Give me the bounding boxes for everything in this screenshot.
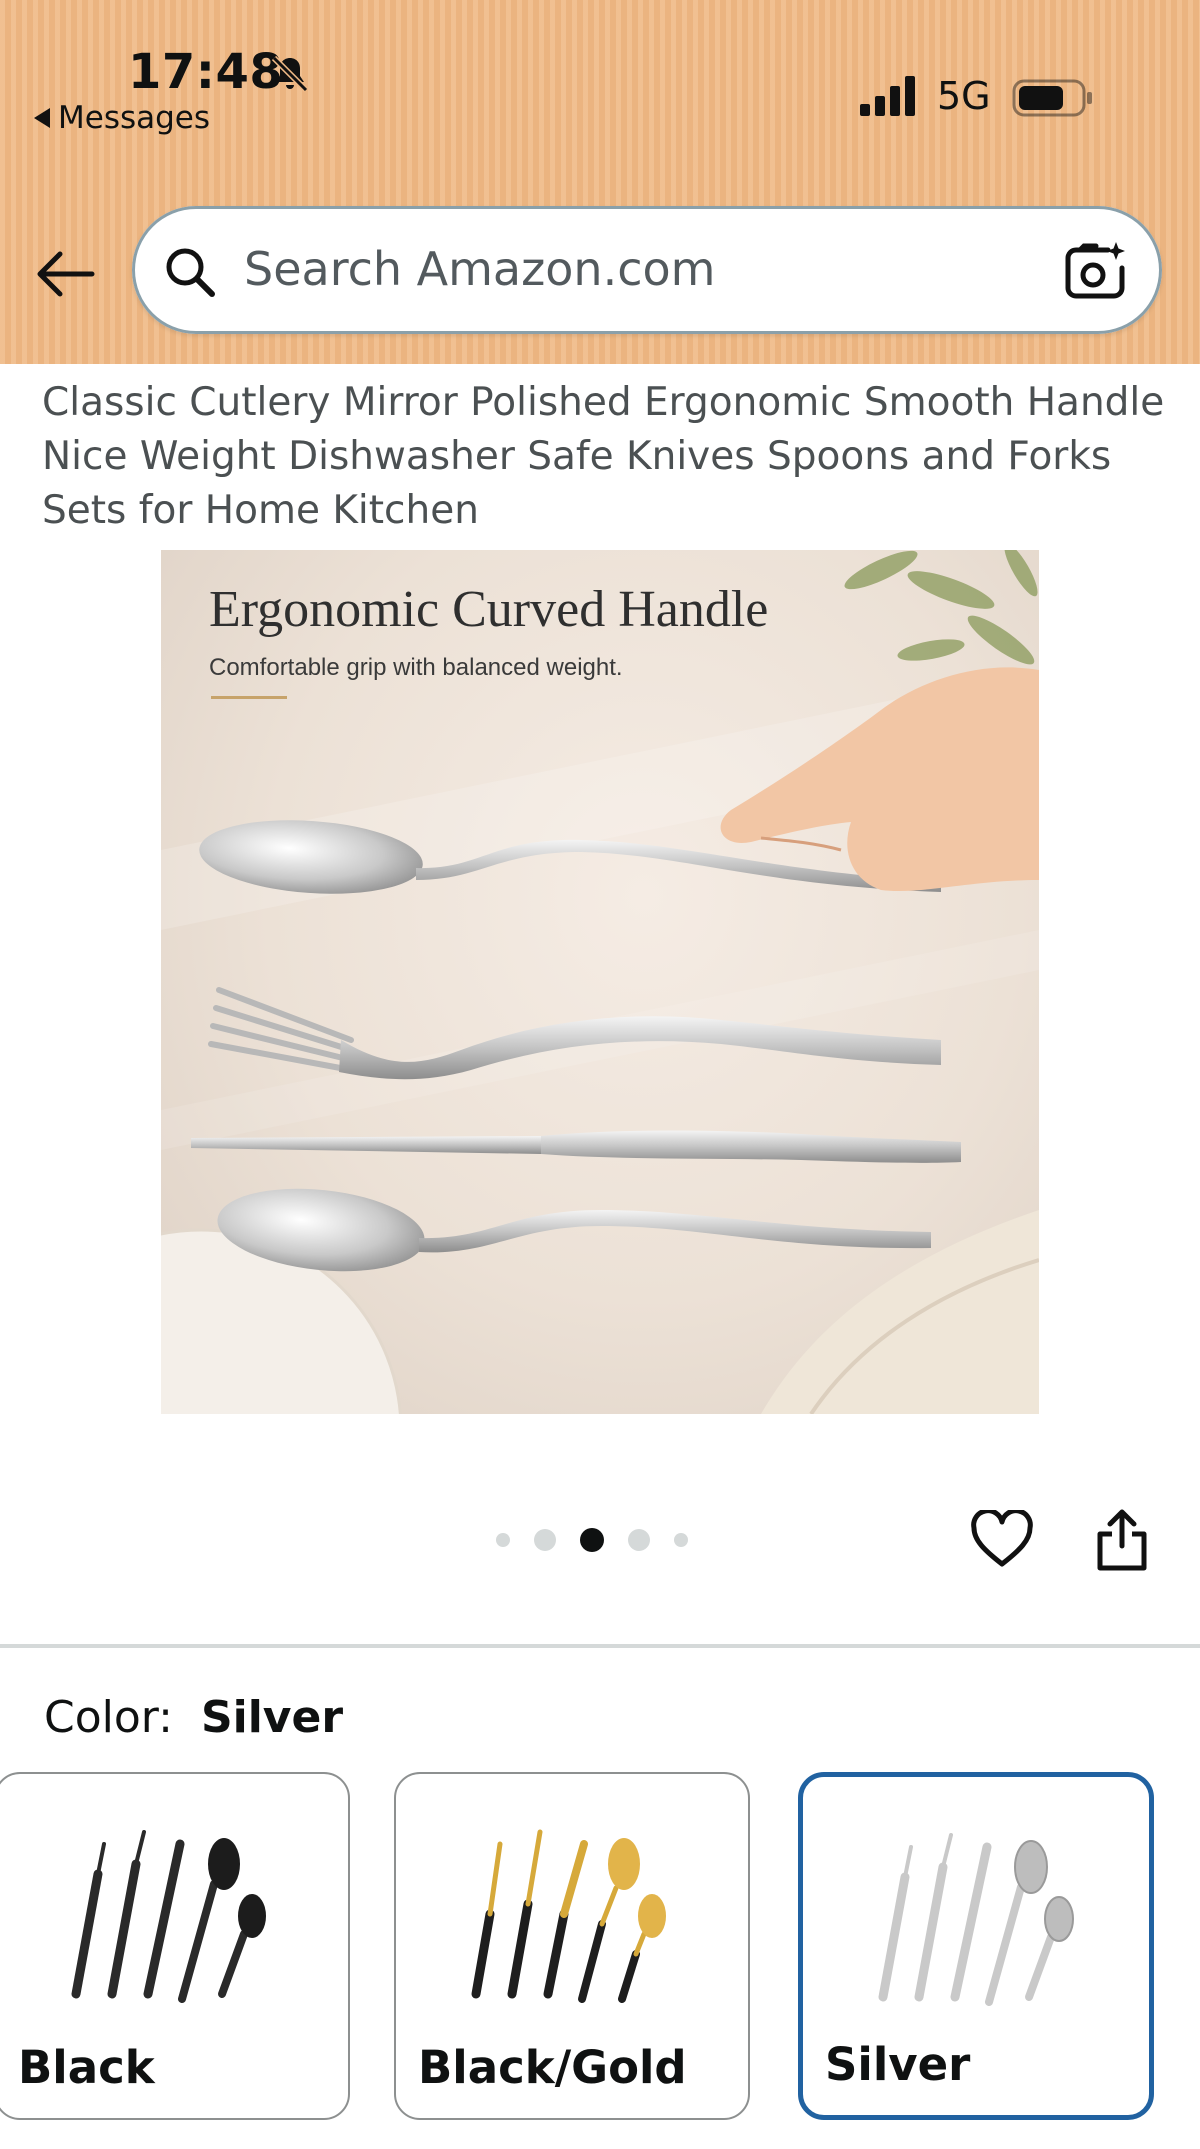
color-selected-value: Silver — [200, 1692, 344, 1743]
camera-icon[interactable] — [1062, 240, 1128, 306]
color-option-label: Black — [18, 2041, 155, 2094]
color-option-label: Black/Gold — [418, 2041, 687, 2094]
color-option-black-gold[interactable]: Black/Gold — [394, 1772, 750, 2120]
bell-slash-icon — [271, 55, 309, 93]
image-headline: Ergonomic Curved Handle — [209, 581, 769, 638]
carousel-dot[interactable] — [674, 1533, 688, 1547]
product-title: Classic Cutlery Mirror Polished Ergonomi… — [42, 380, 1165, 533]
heart-icon[interactable] — [970, 1510, 1034, 1570]
share-icon[interactable] — [1094, 1506, 1150, 1572]
carousel-dot[interactable] — [534, 1529, 556, 1551]
back-to-messages[interactable]: Messages — [34, 100, 210, 136]
app-header: 17:48 Messages 5G Search Amazon.com — [0, 0, 1200, 364]
black-cutlery-thumbnail — [71, 1830, 266, 2003]
image-subline: Comfortable grip with balanced weight. — [209, 654, 623, 681]
network-label: 5G — [937, 74, 991, 118]
section-divider — [0, 1644, 1200, 1648]
color-option-silver[interactable]: Silver — [798, 1772, 1154, 2120]
back-triangle-icon — [34, 108, 50, 128]
color-option-black[interactable]: Black — [0, 1772, 350, 2120]
signal-icon — [860, 76, 915, 116]
color-label: Color: — [44, 1692, 173, 1743]
search-input[interactable]: Search Amazon.com — [132, 206, 1162, 334]
product-image[interactable]: Ergonomic Curved Handle Comfortable grip… — [161, 550, 1039, 1414]
search-placeholder: Search Amazon.com — [244, 242, 716, 296]
image-carousel-dots[interactable] — [496, 1524, 688, 1556]
search-icon — [166, 248, 215, 297]
color-option-label: Silver — [825, 2038, 971, 2091]
carousel-dot-active[interactable] — [580, 1528, 604, 1552]
back-arrow-icon[interactable] — [32, 248, 96, 300]
carousel-dot[interactable] — [628, 1529, 650, 1551]
status-time: 17:48 — [128, 44, 284, 100]
back-to-messages-label: Messages — [58, 100, 211, 136]
carousel-dot[interactable] — [496, 1533, 510, 1547]
color-selection-label: Color: Silver — [44, 1692, 343, 1743]
battery-icon — [1012, 79, 1092, 117]
black-gold-cutlery-thumbnail — [471, 1829, 666, 2003]
image-accent-line — [211, 696, 287, 699]
silver-cutlery-thumbnail — [878, 1833, 1074, 2006]
title-cut-off-line — [42, 352, 1122, 366]
